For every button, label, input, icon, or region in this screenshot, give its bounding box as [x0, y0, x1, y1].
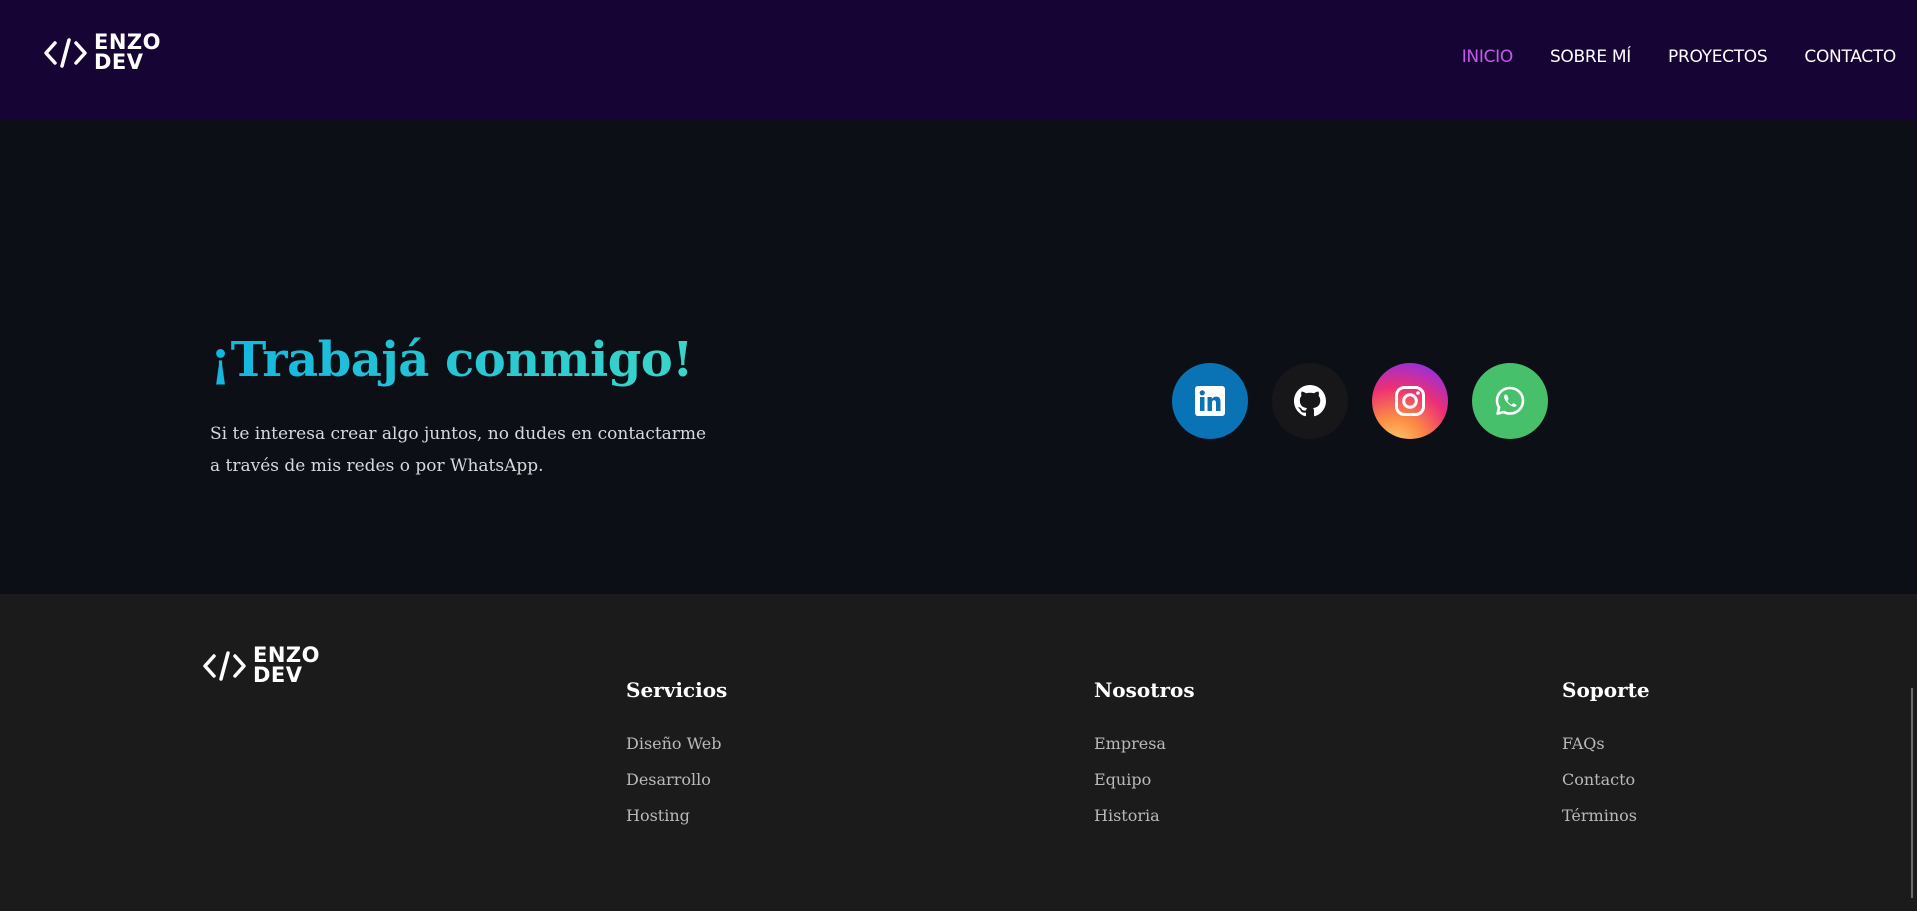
footer-column-soporte: Soporte FAQs Contacto Términos — [1562, 678, 1650, 834]
site-logo[interactable]: ENZO DEV — [44, 32, 161, 74]
footer-logo[interactable]: ENZO DEV — [203, 645, 320, 687]
footer-link-diseno-web[interactable]: Diseño Web — [626, 726, 727, 762]
code-brackets-icon — [44, 38, 87, 68]
footer-link-empresa[interactable]: Empresa — [1094, 726, 1195, 762]
linkedin-icon — [1195, 386, 1225, 416]
footer-column-servicios: Servicios Diseño Web Desarrollo Hosting — [626, 678, 727, 834]
contact-section: ¡Trabajá conmigo! Si te interesa crear a… — [0, 120, 1917, 594]
main-nav: INICIO SOBRE MÍ PROYECTOS CONTACTO — [1425, 47, 1897, 67]
whatsapp-button[interactable] — [1472, 363, 1548, 439]
footer-link-terminos[interactable]: Términos — [1562, 798, 1650, 834]
footer-link-faqs[interactable]: FAQs — [1562, 726, 1650, 762]
whatsapp-icon — [1495, 386, 1525, 415]
contact-subtext: Si te interesa crear algo juntos, no dud… — [210, 424, 707, 476]
logo-text: ENZO DEV — [94, 32, 161, 74]
code-brackets-icon — [203, 651, 246, 681]
footer-link-historia[interactable]: Historia — [1094, 798, 1195, 834]
footer-logo-line-2: DEV — [253, 662, 303, 687]
footer-column-title: Nosotros — [1094, 678, 1195, 702]
instagram-button[interactable] — [1372, 363, 1448, 439]
footer-link-contacto[interactable]: Contacto — [1562, 762, 1650, 798]
footer-link-hosting[interactable]: Hosting — [626, 798, 727, 834]
footer-link-desarrollo[interactable]: Desarrollo — [626, 762, 727, 798]
linkedin-button[interactable] — [1172, 363, 1248, 439]
social-links — [1172, 363, 1572, 439]
nav-proyectos[interactable]: PROYECTOS — [1668, 47, 1768, 67]
site-footer: ENZO DEV Servicios Diseño Web Desarrollo… — [0, 594, 1917, 911]
logo-line-2: DEV — [94, 49, 144, 74]
contact-headline: ¡Trabajá conmigo! — [210, 332, 693, 388]
nav-inicio[interactable]: INICIO — [1462, 47, 1514, 67]
footer-column-title: Soporte — [1562, 678, 1650, 702]
scrollbar[interactable] — [1911, 688, 1913, 898]
footer-column-title: Servicios — [626, 678, 728, 702]
footer-logo-text: ENZO DEV — [253, 645, 320, 687]
instagram-icon — [1395, 386, 1425, 416]
nav-contacto[interactable]: CONTACTO — [1804, 47, 1896, 67]
footer-link-equipo[interactable]: Equipo — [1094, 762, 1195, 798]
nav-sobre-mi[interactable]: SOBRE MÍ — [1550, 47, 1631, 67]
github-icon — [1294, 385, 1326, 417]
footer-column-nosotros: Nosotros Empresa Equipo Historia — [1094, 678, 1195, 834]
github-button[interactable] — [1272, 363, 1348, 439]
site-header: ENZO DEV INICIO SOBRE MÍ PROYECTOS CONTA… — [0, 0, 1917, 120]
